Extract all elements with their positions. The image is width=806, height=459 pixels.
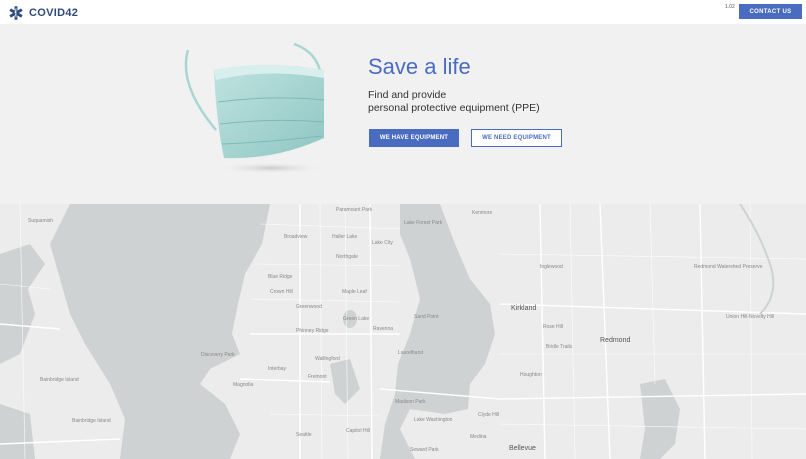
hero-title: Save a life [368, 54, 471, 79]
map-label: Bridle Trails [546, 344, 573, 350]
map-label: Northgate [336, 254, 358, 260]
we-have-equipment-button[interactable]: WE HAVE EQUIPMENT [369, 129, 459, 147]
map-label: Interbay [268, 366, 287, 372]
hero-subtitle-line-1: Find and provide [368, 89, 447, 101]
top-nav-bar: COVID42 1.02 CONTACT US [0, 0, 806, 24]
star-of-life-icon [9, 6, 23, 20]
map-label: Green Lake [343, 316, 370, 322]
map-label: Redmond Watershed Preserve [694, 264, 763, 270]
map-label: Kenmore [472, 210, 493, 216]
map-label: Kirkland [511, 305, 537, 312]
hero-subtitle: Find and provide personal protective equ… [368, 89, 540, 115]
map-label: Seward Park [410, 447, 439, 453]
map-label: Bellevue [509, 445, 536, 452]
map-label: Ravenna [373, 326, 394, 332]
map-label: Sand Point [414, 314, 439, 320]
map-view[interactable]: Suquamish Paramount Park Broadview Halle… [0, 204, 806, 459]
hero-subtitle-line-2: personal protective equipment (PPE) [368, 102, 540, 114]
map-label: Discovery Park [201, 352, 235, 358]
map-label: Bainbridge Island [72, 418, 111, 424]
map-label: Broadview [284, 234, 308, 240]
brand-logo[interactable]: COVID42 [8, 5, 78, 21]
map-label: Suquamish [28, 218, 54, 224]
map-label: Haller Lake [332, 234, 358, 240]
map-label: Wallingford [315, 356, 340, 362]
map-label: Phinney Ridge [296, 328, 329, 334]
map-label: Fremont [308, 374, 327, 380]
map-label: Capitol Hill [346, 428, 370, 434]
map-label: Bainbridge Island [40, 377, 79, 383]
map-label: Paramount Park [336, 207, 373, 213]
map-label: Crown Hill [270, 289, 293, 295]
contact-us-button[interactable]: CONTACT US [739, 4, 802, 19]
map-base [0, 204, 806, 459]
brand-name: COVID42 [29, 7, 79, 19]
map-label: Lake Forest Park [404, 220, 443, 226]
map-label: Lake Washington [414, 417, 453, 423]
we-need-equipment-button[interactable]: WE NEED EQUIPMENT [471, 129, 562, 147]
map-label: Clyde Hill [478, 412, 500, 418]
map-label: Seattle [296, 432, 312, 438]
map-label: Lake City [372, 240, 393, 246]
map-label: Redmond [600, 337, 631, 344]
map-label: Maple Leaf [342, 289, 367, 295]
map-label: Madison Park [395, 399, 426, 405]
map-label: Rose Hill [543, 324, 564, 330]
map-label: Greenwood [296, 304, 322, 310]
map-label: Laurelhurst [398, 350, 424, 356]
map-label: Inglewood [540, 264, 563, 270]
map-label: Medina [470, 434, 487, 440]
map-label: Union Hill-Novelty Hill [726, 314, 775, 320]
face-mask-image [184, 42, 326, 174]
map-label: Houghton [520, 372, 542, 378]
version-label: 1.02 [725, 4, 735, 10]
map-label: Magnolia [233, 382, 254, 388]
map-label: Blue Ridge [268, 274, 293, 280]
hero-section: Save a life Find and provide personal pr… [0, 24, 806, 204]
